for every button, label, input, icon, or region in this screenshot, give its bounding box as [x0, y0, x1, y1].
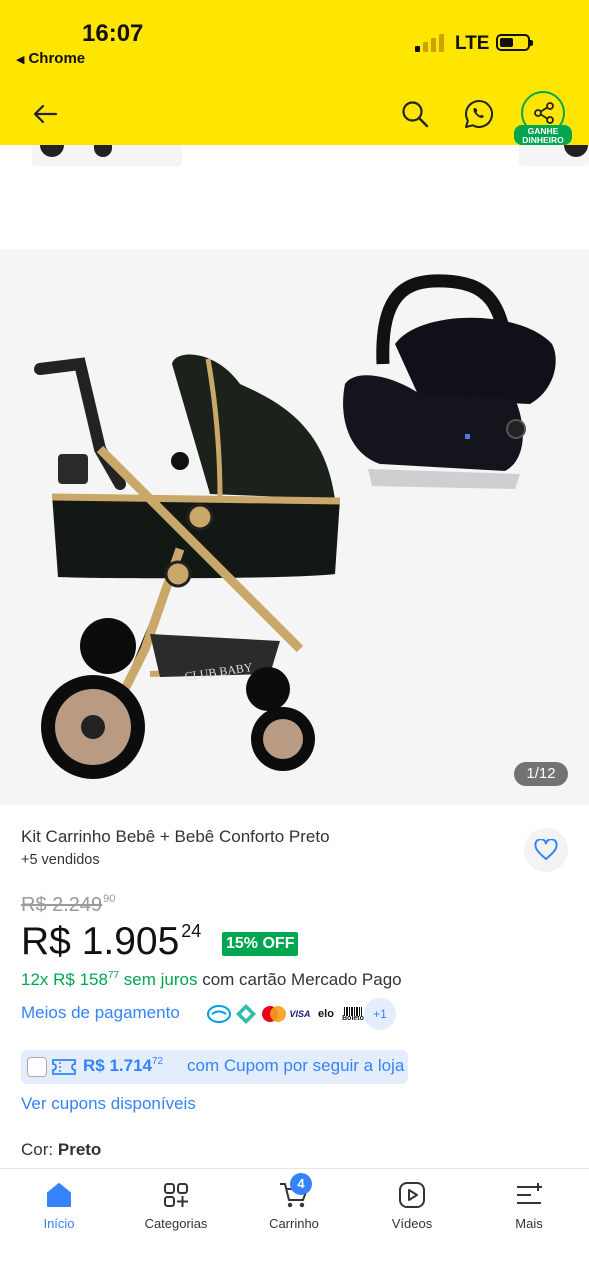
view-coupons-link[interactable]: Ver cupons disponíveis — [21, 1094, 196, 1114]
network-type: LTE — [455, 33, 490, 54]
categories-icon — [164, 1183, 188, 1207]
boleto-label: Boleto — [342, 1015, 364, 1022]
coupon-checkbox[interactable] — [27, 1057, 47, 1077]
status-back-app[interactable]: ◀ Chrome — [16, 50, 85, 67]
installments-interest: sem juros — [119, 970, 198, 989]
original-price: R$ 2.24990 — [21, 893, 115, 917]
tab-videos[interactable]: Vídeos — [362, 1180, 462, 1231]
discount-badge: 15% OFF — [222, 932, 299, 956]
tab-label-videos: Vídeos — [391, 1216, 433, 1231]
more-payment-methods-button[interactable]: +1 — [364, 998, 396, 1030]
mercado-pago-icon — [207, 1005, 231, 1023]
current-price-cents: 24 — [181, 921, 202, 941]
color-value: Preto — [57, 1140, 102, 1159]
earn-money-badge[interactable]: GANHE DINHEIRO — [514, 125, 572, 145]
boleto-icon: Boleto — [340, 1001, 366, 1027]
coupon-amount-int: R$ 1.714 — [83, 1056, 152, 1075]
original-price-int: R$ 2.249 — [21, 894, 103, 916]
coupon-amount-cents: 72 — [152, 1056, 164, 1067]
color-selector[interactable]: Cor: Preto — [21, 1140, 101, 1160]
ticket-icon — [52, 1059, 76, 1075]
carousel-peek-left — [32, 145, 182, 166]
current-price: R$ 1.905 24 — [21, 920, 201, 964]
tab-mais[interactable]: Mais — [479, 1180, 579, 1231]
stroller-illustration: CLUB BABY — [34, 354, 341, 779]
back-arrow-icon[interactable] — [30, 99, 60, 129]
image-counter: 1/12 — [514, 762, 568, 786]
search-icon[interactable] — [400, 99, 430, 129]
video-icon — [399, 1182, 425, 1208]
pix-icon — [236, 1004, 256, 1024]
mastercard-icon — [262, 1006, 286, 1022]
signal-bars-icon — [415, 34, 445, 52]
product-title: Kit Carrinho Bebê + Bebê Conforto Preto — [21, 827, 330, 846]
car-seat-illustration — [343, 274, 556, 489]
tab-label-inicio: Início — [43, 1216, 75, 1231]
sold-count: +5 vendidos — [21, 852, 100, 868]
elo-icon: elo — [313, 1001, 339, 1027]
home-icon — [47, 1183, 71, 1207]
status-time: 16:07 — [82, 20, 144, 47]
installments-card: com cartão Mercado Pago — [197, 970, 402, 989]
battery-icon — [496, 34, 533, 51]
menu-more-icon — [517, 1183, 542, 1204]
visa-icon: VISA — [287, 1001, 313, 1027]
installments-amount: 12x R$ 158 — [21, 970, 108, 989]
original-price-cents: 90 — [103, 893, 116, 905]
coupon-amount: R$ 1.71472 — [83, 1056, 163, 1076]
installments-info: 12x R$ 15877 sem juros com cartão Mercad… — [21, 970, 402, 990]
payment-methods-link[interactable]: Meios de pagamento — [21, 1003, 180, 1023]
whatsapp-icon[interactable] — [463, 98, 495, 130]
coupon-offer[interactable]: R$ 1.71472 com Cupom por seguir a loja — [21, 1050, 408, 1084]
heart-icon — [534, 839, 558, 860]
tab-label-carrinho: Carrinho — [269, 1216, 319, 1231]
current-price-int: R$ 1.905 — [21, 920, 180, 963]
status-back-label: Chrome — [28, 50, 86, 67]
product-image: CLUB BABY — [34, 274, 556, 779]
carousel-peek-right — [519, 145, 589, 166]
share-icon — [534, 102, 554, 124]
color-label: Cor: — [21, 1140, 54, 1159]
back-triangle-icon: ◀ — [16, 54, 25, 66]
tab-inicio[interactable]: Início — [9, 1180, 109, 1231]
favorite-button[interactable] — [524, 828, 568, 872]
tab-categorias[interactable]: Categorias — [126, 1180, 226, 1231]
coupon-text: com Cupom por seguir a loja — [187, 1056, 405, 1075]
tab-label-categorias: Categorias — [144, 1216, 208, 1231]
product-image-gallery[interactable]: CLUB BABY — [0, 249, 589, 805]
cart-count-badge: 4 — [290, 1173, 312, 1195]
top-header: 16:07 ◀ Chrome LTE GANHE DINHEIRO — [0, 0, 589, 145]
installments-cents: 77 — [107, 970, 120, 981]
tab-label-mais: Mais — [515, 1216, 543, 1231]
